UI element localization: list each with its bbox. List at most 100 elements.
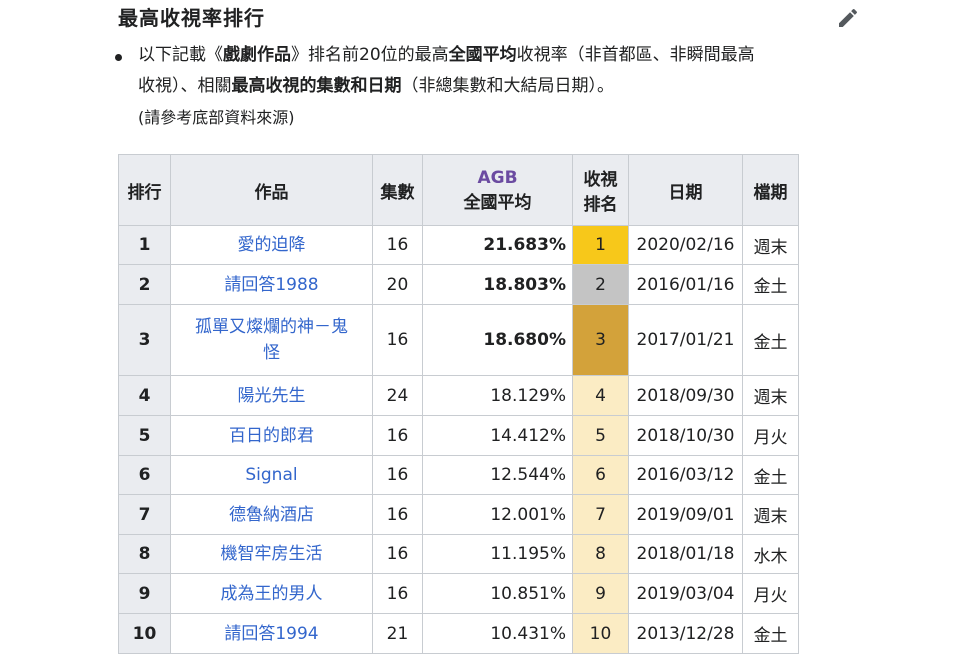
table-row: 7 德魯納酒店 16 12.001% 7 2019/09/01 週末 — [118, 494, 799, 535]
cell-date: 2016/01/16 — [628, 264, 743, 305]
cell-date: 2013/12/28 — [628, 613, 743, 654]
header-date: 日期 — [628, 154, 743, 226]
header-vrank-line2: 排名 — [583, 195, 618, 215]
note-bold-national: 全國平均 — [448, 45, 517, 65]
header-vrank: 收視 排名 — [572, 154, 629, 226]
edit-button[interactable] — [834, 4, 862, 32]
title-link[interactable]: Signal — [245, 465, 297, 485]
cell-vrank: 7 — [572, 494, 629, 535]
header-episode: 集數 — [372, 154, 423, 226]
cell-title: 百日的郎君 — [170, 415, 373, 456]
cell-rating: 10.851% — [422, 573, 573, 614]
title-link[interactable]: 德魯納酒店 — [229, 505, 314, 525]
note-line-2: 收視）、相關最高收視的集數和日期（非總集數和大結局日期）。 — [138, 71, 858, 102]
table-row: 5 百日的郎君 16 14.412% 5 2018/10/30 月火 — [118, 415, 799, 456]
header-agb: AGB 全國平均 — [422, 154, 573, 226]
note-text: 以下記載《 — [138, 45, 223, 65]
cell-title: Signal — [170, 455, 373, 495]
cell-episode: 21 — [372, 613, 423, 654]
header-rank: 排行 — [118, 154, 171, 226]
title-link[interactable]: 機智牢房生活 — [221, 544, 323, 564]
title-link[interactable]: 愛的迫降 — [238, 235, 306, 255]
bullet-dot — [115, 54, 122, 61]
cell-date: 2018/10/30 — [628, 415, 743, 456]
cell-rank: 6 — [118, 455, 171, 495]
note-line-1: 以下記載《戲劇作品》排名前20位的最高全國平均收視率（非首都區、非瞬間最高 — [138, 40, 858, 71]
cell-rank: 1 — [118, 225, 171, 265]
cell-episode: 16 — [372, 534, 423, 574]
cell-title: 孤單又燦爛的神－鬼怪 — [170, 304, 373, 376]
title-link[interactable]: 成為王的男人 — [221, 584, 323, 604]
cell-slot: 週末 — [742, 494, 799, 535]
note-text: （非總集數和大結局日期）。 — [401, 76, 615, 96]
cell-date: 2019/09/01 — [628, 494, 743, 535]
cell-slot: 月火 — [742, 415, 799, 456]
cell-rating: 21.683% — [422, 225, 573, 265]
header-agb-sub: 全國平均 — [463, 192, 532, 213]
cell-title: 陽光先生 — [170, 375, 373, 416]
cell-title: 機智牢房生活 — [170, 534, 373, 574]
table-row: 8 機智牢房生活 16 11.195% 8 2018/01/18 水木 — [118, 534, 799, 574]
cell-rank: 7 — [118, 494, 171, 535]
cell-rating: 12.544% — [422, 455, 573, 495]
cell-rating: 12.001% — [422, 494, 573, 535]
cell-vrank: 4 — [572, 375, 629, 416]
note-line-3: (請參考底部資料來源) — [138, 108, 295, 127]
table-row: 6 Signal 16 12.544% 6 2016/03/12 金土 — [118, 455, 799, 495]
header-agb-label: AGB — [477, 167, 518, 188]
cell-slot: 月火 — [742, 573, 799, 614]
cell-rating: 18.680% — [422, 304, 573, 376]
cell-episode: 16 — [372, 494, 423, 535]
section-heading: 最高收視率排行 — [118, 6, 265, 30]
cell-date: 2019/03/04 — [628, 573, 743, 614]
cell-title: 成為王的男人 — [170, 573, 373, 614]
pencil-icon — [839, 8, 858, 28]
cell-rank: 4 — [118, 375, 171, 416]
cell-title: 德魯納酒店 — [170, 494, 373, 535]
header-vrank-line1: 收視 — [583, 170, 618, 190]
header-title: 作品 — [170, 154, 373, 226]
table-row: 4 陽光先生 24 18.129% 4 2018/09/30 週末 — [118, 375, 799, 416]
cell-vrank: 10 — [572, 613, 629, 654]
cell-slot: 金土 — [742, 613, 799, 654]
title-line: 孤單又燦爛的神－鬼 — [195, 317, 348, 337]
table-header-row: 排行 作品 集數 AGB 全國平均 收視 排名 日期 檔期 — [118, 154, 799, 226]
cell-date: 2016/03/12 — [628, 455, 743, 495]
ratings-table: 排行 作品 集數 AGB 全國平均 收視 排名 日期 檔期 1 愛的迫降 16 … — [118, 154, 799, 654]
cell-title: 請回答1994 — [170, 613, 373, 654]
title-link[interactable]: 請回答1988 — [224, 275, 318, 295]
note-text: 收視率（非首都區、非瞬間最高 — [516, 45, 755, 65]
table-row: 9 成為王的男人 16 10.851% 9 2019/03/04 月火 — [118, 573, 799, 614]
cell-rank: 3 — [118, 304, 171, 376]
cell-rank: 8 — [118, 534, 171, 574]
cell-episode: 24 — [372, 375, 423, 416]
cell-date: 2017/01/21 — [628, 304, 743, 376]
cell-episode: 16 — [372, 304, 423, 376]
cell-vrank: 5 — [572, 415, 629, 456]
title-link[interactable]: 百日的郎君 — [229, 426, 314, 446]
header-slot: 檔期 — [742, 154, 799, 226]
title-link[interactable]: 陽光先生 — [238, 386, 306, 406]
title-link[interactable]: 請回答1994 — [224, 624, 318, 644]
note-bold-episode-date: 最高收視的集數和日期 — [231, 76, 402, 96]
cell-date: 2018/09/30 — [628, 375, 743, 416]
note-bold-works: 戲劇作品 — [223, 45, 291, 65]
cell-date: 2018/01/18 — [628, 534, 743, 574]
cell-vrank: 9 — [572, 573, 629, 614]
cell-episode: 16 — [372, 455, 423, 495]
title-link[interactable]: 孤單又燦爛的神－鬼怪 — [195, 317, 348, 363]
cell-rating: 18.129% — [422, 375, 573, 416]
note-text: 》排名前20位的最高 — [291, 45, 449, 65]
cell-title: 請回答1988 — [170, 264, 373, 305]
table-row: 2 請回答1988 20 18.803% 2 2016/01/16 金土 — [118, 264, 799, 305]
cell-vrank: 6 — [572, 455, 629, 495]
cell-rating: 14.412% — [422, 415, 573, 456]
cell-slot: 金土 — [742, 264, 799, 305]
cell-rating: 18.803% — [422, 264, 573, 305]
cell-rank: 5 — [118, 415, 171, 456]
cell-slot: 週末 — [742, 225, 799, 265]
table-row: 1 愛的迫降 16 21.683% 1 2020/02/16 週末 — [118, 225, 799, 265]
cell-title: 愛的迫降 — [170, 225, 373, 265]
cell-vrank: 2 — [572, 264, 629, 305]
cell-vrank: 3 — [572, 304, 629, 376]
